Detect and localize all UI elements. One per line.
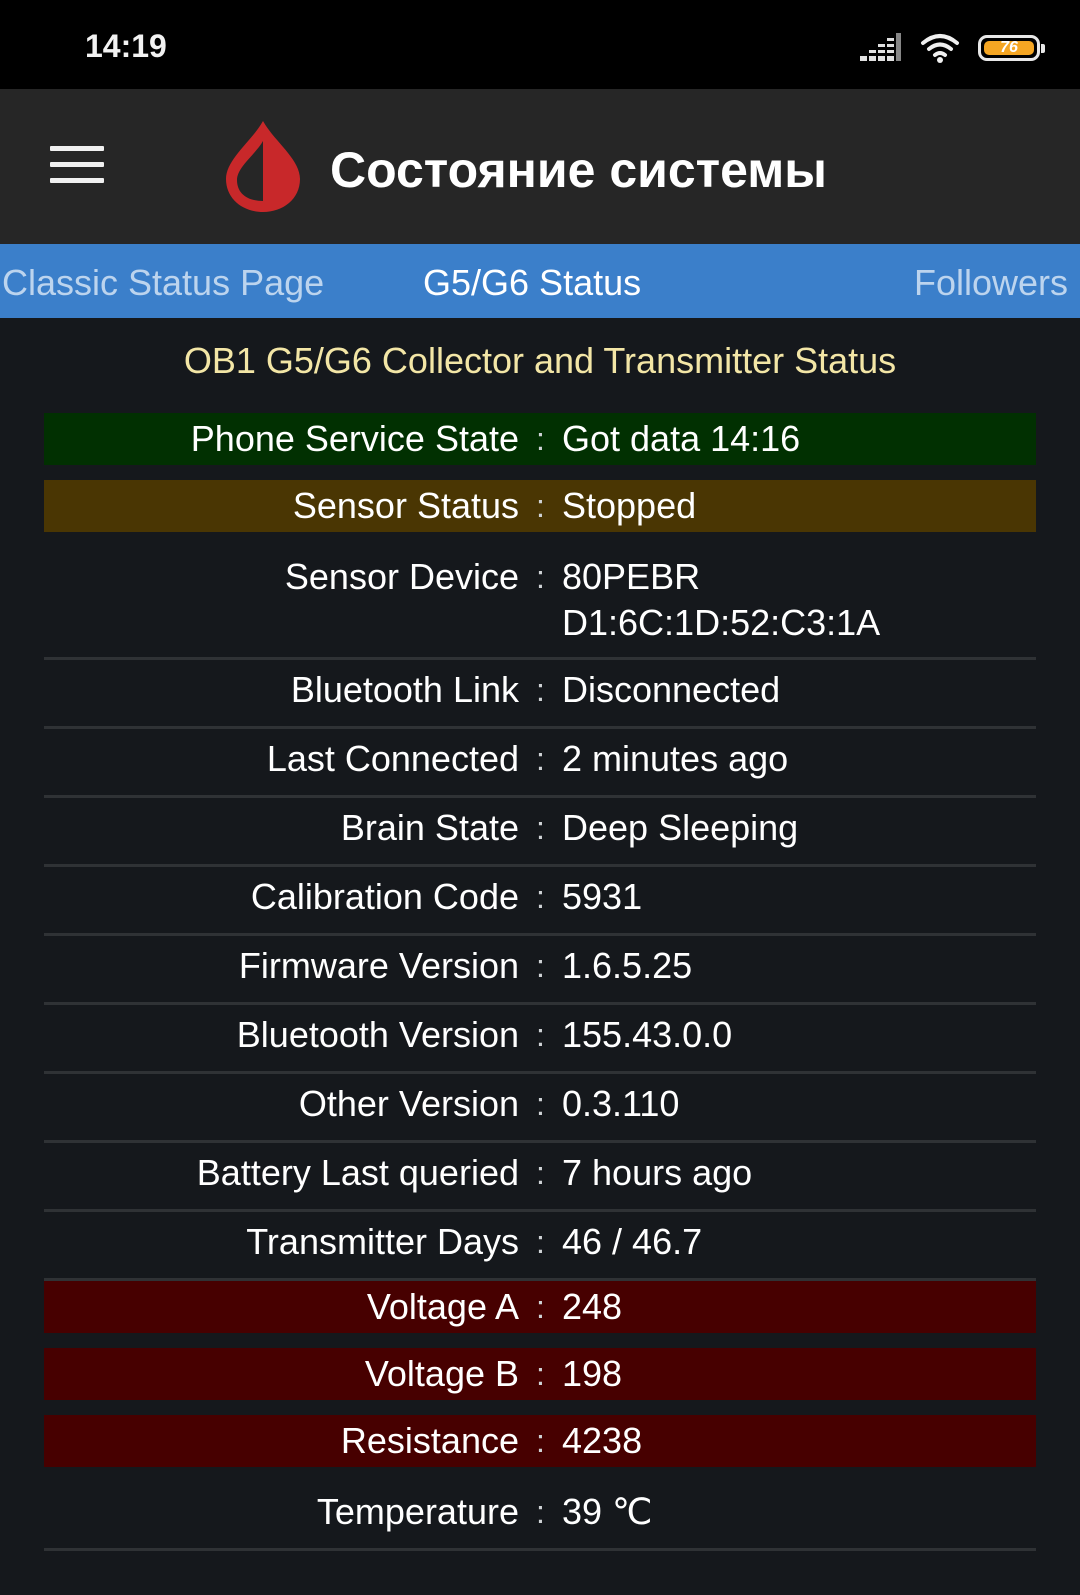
- status-row-value: 155.43.0.0: [562, 1014, 733, 1055]
- status-row-value: 4238: [562, 1420, 643, 1461]
- status-row-separator: :: [536, 672, 545, 708]
- status-row-label: Voltage B: [364, 1353, 519, 1394]
- status-row-label: Resistance: [340, 1420, 519, 1461]
- status-row-separator: :: [536, 1423, 545, 1459]
- status-row-value: 2 minutes ago: [562, 738, 789, 779]
- status-row: Last Connected:2 minutes ago: [44, 729, 1036, 798]
- status-row-separator: :: [536, 948, 545, 984]
- status-row-separator: :: [536, 1155, 545, 1191]
- menu-icon[interactable]: [50, 146, 104, 186]
- status-row-separator: :: [536, 421, 545, 457]
- status-row-label: Other Version: [298, 1083, 519, 1124]
- status-row-separator: :: [536, 1289, 545, 1325]
- status-row-separator: :: [536, 559, 545, 595]
- status-row-value: 5931: [562, 876, 643, 917]
- status-row: Calibration Code:5931: [44, 867, 1036, 936]
- battery-level: 76: [1000, 39, 1018, 56]
- status-row-value: Deep Sleeping: [562, 807, 799, 848]
- status-row-separator: :: [536, 810, 545, 846]
- status-row-label: Calibration Code: [250, 876, 519, 917]
- status-row-value: 248: [562, 1286, 623, 1327]
- status-row: Voltage A:248: [44, 1281, 1036, 1333]
- status-row-label: Bluetooth Version: [236, 1014, 519, 1055]
- status-row-label: Sensor Status: [292, 485, 519, 526]
- status-bar: 14:19 76: [0, 0, 1080, 89]
- status-row-label: Transmitter Days: [246, 1221, 519, 1262]
- wifi-icon: [921, 34, 959, 63]
- status-row-separator: :: [536, 879, 545, 915]
- tab-classic-status[interactable]: Classic Status Page: [2, 262, 324, 304]
- status-row-label: Last Connected: [266, 738, 519, 779]
- status-row: Firmware Version:1.6.5.25: [44, 936, 1036, 1005]
- status-row: Bluetooth Version:155.43.0.0: [44, 1005, 1036, 1074]
- status-row-value-secondary: D1:6C:1D:52:C3:1A: [562, 602, 881, 643]
- tab-g5-g6-status[interactable]: G5/G6 Status: [423, 262, 641, 304]
- status-row-label: Firmware Version: [238, 945, 519, 986]
- status-row-value: Got data 14:16: [562, 418, 801, 459]
- status-row-value: Stopped: [562, 485, 697, 526]
- tab-bar: Classic Status Page G5/G6 Status Followe…: [0, 244, 1080, 318]
- status-row-value: 198: [562, 1353, 623, 1394]
- status-row-value: 0.3.110: [562, 1083, 680, 1124]
- section-title: OB1 G5/G6 Collector and Transmitter Stat…: [183, 340, 897, 381]
- status-row: Battery Last queried:7 hours ago: [44, 1143, 1036, 1212]
- status-row-separator: :: [536, 1017, 545, 1053]
- status-row-value: Disconnected: [562, 669, 781, 710]
- status-time: 14:19: [85, 28, 167, 64]
- status-row-label: Voltage A: [366, 1286, 519, 1327]
- battery-icon: 76: [978, 35, 1045, 61]
- status-row: Bluetooth Link: Disconnected: [44, 660, 1036, 729]
- battery-fill: 76: [984, 39, 1034, 56]
- status-row-separator: :: [536, 1224, 545, 1260]
- status-row-value: 1.6.5.25: [562, 945, 693, 986]
- status-row: Sensor Device:80PEBR D1:6C:1D:52:C3:1A: [44, 547, 1036, 660]
- status-row-label: Brain State: [340, 807, 519, 848]
- status-row: Other Version:0.3.110: [44, 1074, 1036, 1143]
- status-row: Sensor Status: Stopped: [44, 480, 1036, 532]
- status-row-value: 7 hours ago: [562, 1152, 753, 1193]
- status-row: Temperature:39 ℃: [44, 1482, 1036, 1551]
- status-row-separator: :: [536, 1494, 545, 1530]
- status-row-value: 46 / 46.7: [562, 1221, 703, 1262]
- drop-logo-icon: [226, 121, 300, 212]
- status-row: Phone Service State: Got data 14:16: [44, 413, 1036, 465]
- status-row-value: 80PEBR: [562, 556, 701, 597]
- status-row-value: 39 ℃: [562, 1491, 653, 1532]
- status-row-separator: :: [536, 1086, 545, 1122]
- status-row-label: Battery Last queried: [196, 1152, 519, 1193]
- status-row: Brain State: Deep Sleeping: [44, 798, 1036, 867]
- status-row-label: Temperature: [316, 1491, 519, 1532]
- status-row-separator: :: [536, 1356, 545, 1392]
- tab-followers[interactable]: Followers: [914, 262, 1068, 304]
- status-row: Voltage B:198: [44, 1348, 1036, 1400]
- status-row: Resistance:4238: [44, 1415, 1036, 1467]
- status-row-separator: :: [536, 488, 545, 524]
- status-table: Phone Service State: Got data 14:16 Sensor…: [44, 413, 1036, 1551]
- signal-icon: [860, 33, 901, 61]
- status-icons: 76: [860, 30, 1045, 66]
- status-row-separator: :: [536, 741, 545, 777]
- status-row: Transmitter Days:46 / 46.7: [44, 1212, 1036, 1281]
- status-row-label: Phone Service State: [190, 418, 519, 459]
- status-row-label: Sensor Device: [284, 556, 519, 597]
- app-bar: Состояние системы: [0, 89, 1080, 244]
- page-title: Состояние системы: [330, 142, 827, 198]
- status-row-label: Bluetooth Link: [290, 669, 519, 710]
